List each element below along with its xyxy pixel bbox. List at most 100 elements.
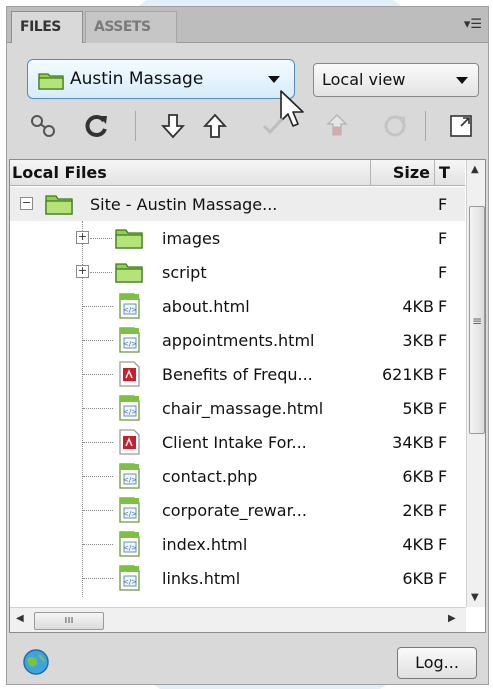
table-row[interactable]: </> contact.php 6KB F <box>10 459 465 493</box>
scroll-up-icon[interactable]: ▲ <box>471 164 479 175</box>
file-size: 4KB <box>402 297 434 316</box>
site-root-row[interactable]: − Site - Austin Massage... F <box>10 187 465 221</box>
svg-text:</>: </> <box>123 340 137 348</box>
file-size: 4KB <box>402 535 434 554</box>
files-panel: FILES ASSETS ▾☰ Austin Massage Local vie… <box>6 6 489 685</box>
tab-assets[interactable]: ASSETS <box>85 11 177 43</box>
file-name: about.html <box>162 297 250 316</box>
scroll-left-icon[interactable]: ◀ <box>16 613 24 624</box>
table-row[interactable]: </> index.html 4KB F <box>10 527 465 561</box>
file-type: F <box>438 297 448 316</box>
svg-text:</>: </> <box>123 408 137 416</box>
file-type: F <box>438 501 448 520</box>
toolbar-divider <box>425 111 426 141</box>
file-size: 34KB <box>392 433 434 452</box>
chevron-down-icon <box>456 77 468 84</box>
table-row[interactable]: + images F <box>10 221 465 255</box>
column-header-local-files[interactable]: Local Files <box>12 160 107 185</box>
file-name: appointments.html <box>162 331 315 350</box>
site-dropdown-label: Austin Massage <box>70 69 204 89</box>
scrollbar-thumb[interactable]: ııı <box>34 612 104 630</box>
view-dropdown[interactable]: Local view <box>313 63 479 97</box>
expand-icon[interactable]: + <box>76 231 89 244</box>
connect-icon[interactable] <box>27 109 59 143</box>
tree-line <box>83 476 113 477</box>
file-type: F <box>438 569 448 588</box>
table-row[interactable]: Client Intake For... 34KB F <box>10 425 465 459</box>
panel-options-icon[interactable]: ▾☰ <box>464 17 482 32</box>
file-name: Client Intake For... <box>162 433 307 452</box>
html-file-icon: </> <box>119 327 140 353</box>
tab-files[interactable]: FILES <box>11 11 83 43</box>
html-file-icon: </> <box>119 293 140 319</box>
file-list-header: Local Files Size T <box>10 160 465 186</box>
file-size: 3KB <box>402 331 434 350</box>
view-dropdown-label: Local view <box>322 70 406 89</box>
html-file-icon: </> <box>119 565 140 591</box>
file-rows: − Site - Austin Massage... F + images F … <box>10 187 465 607</box>
file-type: F <box>438 331 448 350</box>
scroll-right-icon[interactable]: ▶ <box>448 613 456 624</box>
tree-line <box>83 306 113 307</box>
file-type: F <box>438 365 448 384</box>
check-out-icon[interactable] <box>257 109 289 143</box>
table-row[interactable]: </> corporate_rewar... 2KB F <box>10 493 465 527</box>
get-files-icon[interactable] <box>157 109 189 143</box>
file-size: 6KB <box>402 467 434 486</box>
refresh-icon[interactable] <box>81 109 113 143</box>
file-size: 621KB <box>381 365 434 384</box>
globe-status-icon[interactable] <box>21 647 51 677</box>
file-type: F <box>438 467 448 486</box>
synchronize-icon[interactable] <box>379 109 411 143</box>
scroll-down-icon[interactable]: ▼ <box>471 592 479 603</box>
file-type: F <box>438 433 448 452</box>
vertical-scrollbar[interactable]: ▲ ≡ ▼ <box>466 160 485 607</box>
tree-line <box>90 238 112 239</box>
check-in-icon[interactable] <box>321 109 353 143</box>
column-header-type[interactable]: T <box>434 160 466 185</box>
file-list[interactable]: Local Files Size T − Site - Austin Massa… <box>9 159 486 633</box>
expand-panel-icon[interactable] <box>445 109 477 143</box>
table-row[interactable]: + script F <box>10 255 465 289</box>
table-row[interactable]: </> links.html 6KB F <box>10 561 465 595</box>
tree-line <box>83 544 113 545</box>
svg-text:</>: </> <box>123 544 137 552</box>
html-file-icon: </> <box>119 395 140 421</box>
file-name: Benefits of Frequ... <box>162 365 313 384</box>
svg-text:</>: </> <box>123 306 137 314</box>
file-name: corporate_rewar... <box>162 501 307 520</box>
file-size: 5KB <box>402 399 434 418</box>
table-row[interactable]: </> about.html 4KB F <box>10 289 465 323</box>
pdf-file-icon <box>119 361 140 387</box>
site-dropdown[interactable]: Austin Massage <box>27 59 295 99</box>
toolbar-divider <box>135 111 136 141</box>
html-file-icon: </> <box>119 531 140 557</box>
folder-icon <box>38 73 64 90</box>
file-name: links.html <box>162 569 241 588</box>
html-file-icon: </> <box>119 497 140 523</box>
file-type: F <box>438 229 448 248</box>
file-type: F <box>438 263 448 282</box>
log-button[interactable]: Log... <box>397 647 477 679</box>
file-name: contact.php <box>162 467 258 486</box>
file-type: F <box>438 399 448 418</box>
scrollbar-thumb[interactable]: ≡ <box>469 206 485 434</box>
horizontal-scrollbar[interactable]: ◀ ııı ▶ <box>10 607 466 632</box>
table-row[interactable]: </> appointments.html 3KB F <box>10 323 465 357</box>
svg-text:</>: </> <box>123 578 137 586</box>
svg-text:</>: </> <box>123 476 137 484</box>
column-header-size[interactable]: Size <box>370 160 434 185</box>
file-size: 2KB <box>402 501 434 520</box>
tree-line <box>83 510 113 511</box>
table-row[interactable]: Benefits of Frequ... 621KB F <box>10 357 465 391</box>
put-files-icon[interactable] <box>199 109 231 143</box>
expand-icon[interactable]: + <box>76 265 89 278</box>
tree-line <box>83 408 113 409</box>
folder-icon <box>115 263 143 283</box>
tree-line <box>83 340 113 341</box>
file-type: F <box>438 195 448 214</box>
php-file-icon: </> <box>119 463 140 489</box>
table-row[interactable]: </> chair_massage.html 5KB F <box>10 391 465 425</box>
collapse-icon[interactable]: − <box>20 197 33 210</box>
chevron-down-icon <box>268 76 280 83</box>
